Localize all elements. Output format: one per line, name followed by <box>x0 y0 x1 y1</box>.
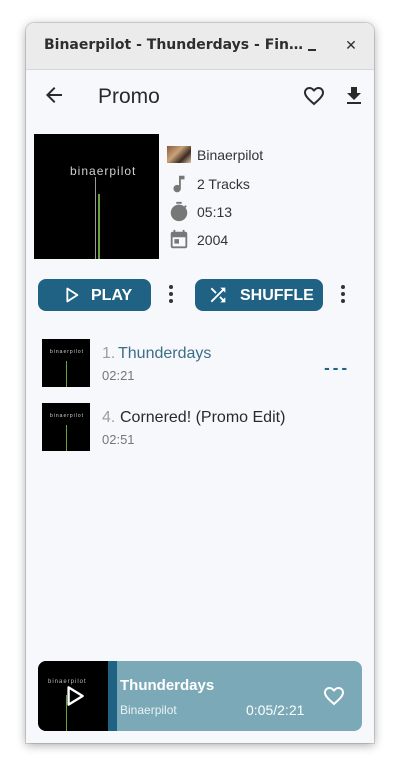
timer-icon <box>170 201 188 222</box>
track-number: 4. <box>102 409 116 426</box>
now-playing-bar[interactable]: binaerpilot Thunderdays Binaerpilot 0:05… <box>38 661 362 731</box>
track-duration: 02:51 <box>102 432 135 447</box>
album-duration: 05:13 <box>197 204 233 220</box>
app-window: Binaerpilot - Thunderdays - Fin… ✕ Promo… <box>26 23 374 743</box>
arrow-left-icon[interactable] <box>42 83 66 107</box>
track-number: 1. <box>102 345 116 362</box>
track-duration: 02:21 <box>102 368 135 383</box>
title-bar[interactable]: Binaerpilot - Thunderdays - Fin… ✕ <box>26 23 374 70</box>
heart-outline-icon[interactable] <box>302 84 326 108</box>
track-row[interactable]: binaerpilot 4. Cornered! (Promo Edit) 02… <box>42 403 362 451</box>
album-cover: binaerpilot <box>34 134 159 259</box>
album-artist[interactable]: Binaerpilot <box>197 147 263 163</box>
now-playing-title: Thunderdays <box>120 677 215 694</box>
album-art-logo: binaerpilot <box>70 164 137 178</box>
window-title: Binaerpilot - Thunderdays - Fin… <box>44 37 304 53</box>
play-label: PLAY <box>91 287 133 304</box>
playback-position: 0:05 <box>246 702 274 718</box>
track-title: Thunderdays <box>118 345 212 362</box>
minimize-icon[interactable] <box>300 34 324 58</box>
track-title: Cornered! (Promo Edit) <box>120 409 286 426</box>
music-note-icon <box>173 175 185 193</box>
shuffle-more-button[interactable] <box>339 285 347 305</box>
track-thumbnail: binaerpilot <box>42 339 90 387</box>
album-art-line <box>98 194 100 259</box>
play-icon[interactable] <box>61 683 87 709</box>
now-playing-artist: Binaerpilot <box>120 703 177 717</box>
shuffle-button[interactable]: SHUFFLE <box>195 279 323 311</box>
track-row[interactable]: binaerpilot 1. Thunderdays 02:21 - - - <box>42 339 362 387</box>
close-icon[interactable]: ✕ <box>339 34 363 58</box>
playback-progress <box>108 661 117 731</box>
artist-avatar <box>167 146 191 163</box>
now-playing-thumbnail[interactable]: binaerpilot <box>38 661 108 731</box>
heart-outline-icon[interactable] <box>322 684 346 708</box>
album-art-line <box>95 177 96 259</box>
track-art-logo: binaerpilot <box>50 413 85 419</box>
track-count: 2 Tracks <box>197 176 250 192</box>
track-art-line <box>66 425 67 451</box>
play-more-button[interactable] <box>167 285 175 305</box>
now-playing-indicator-icon: - - - <box>324 361 347 377</box>
album-year: 2004 <box>197 232 229 248</box>
now-playing-time: 0:05/2:21 <box>246 702 305 718</box>
shuffle-label: SHUFFLE <box>240 287 314 304</box>
track-art-logo: binaerpilot <box>50 349 85 355</box>
page-title: Promo <box>98 85 160 108</box>
play-icon <box>66 287 79 303</box>
track-thumbnail: binaerpilot <box>42 403 90 451</box>
shuffle-icon <box>210 287 226 303</box>
track-art-line <box>66 361 67 387</box>
app-bar: Promo <box>26 69 374 125</box>
track-length: 2:21 <box>277 702 305 718</box>
calendar-icon <box>170 229 188 249</box>
download-icon[interactable] <box>342 84 366 108</box>
play-button[interactable]: PLAY <box>38 279 151 311</box>
